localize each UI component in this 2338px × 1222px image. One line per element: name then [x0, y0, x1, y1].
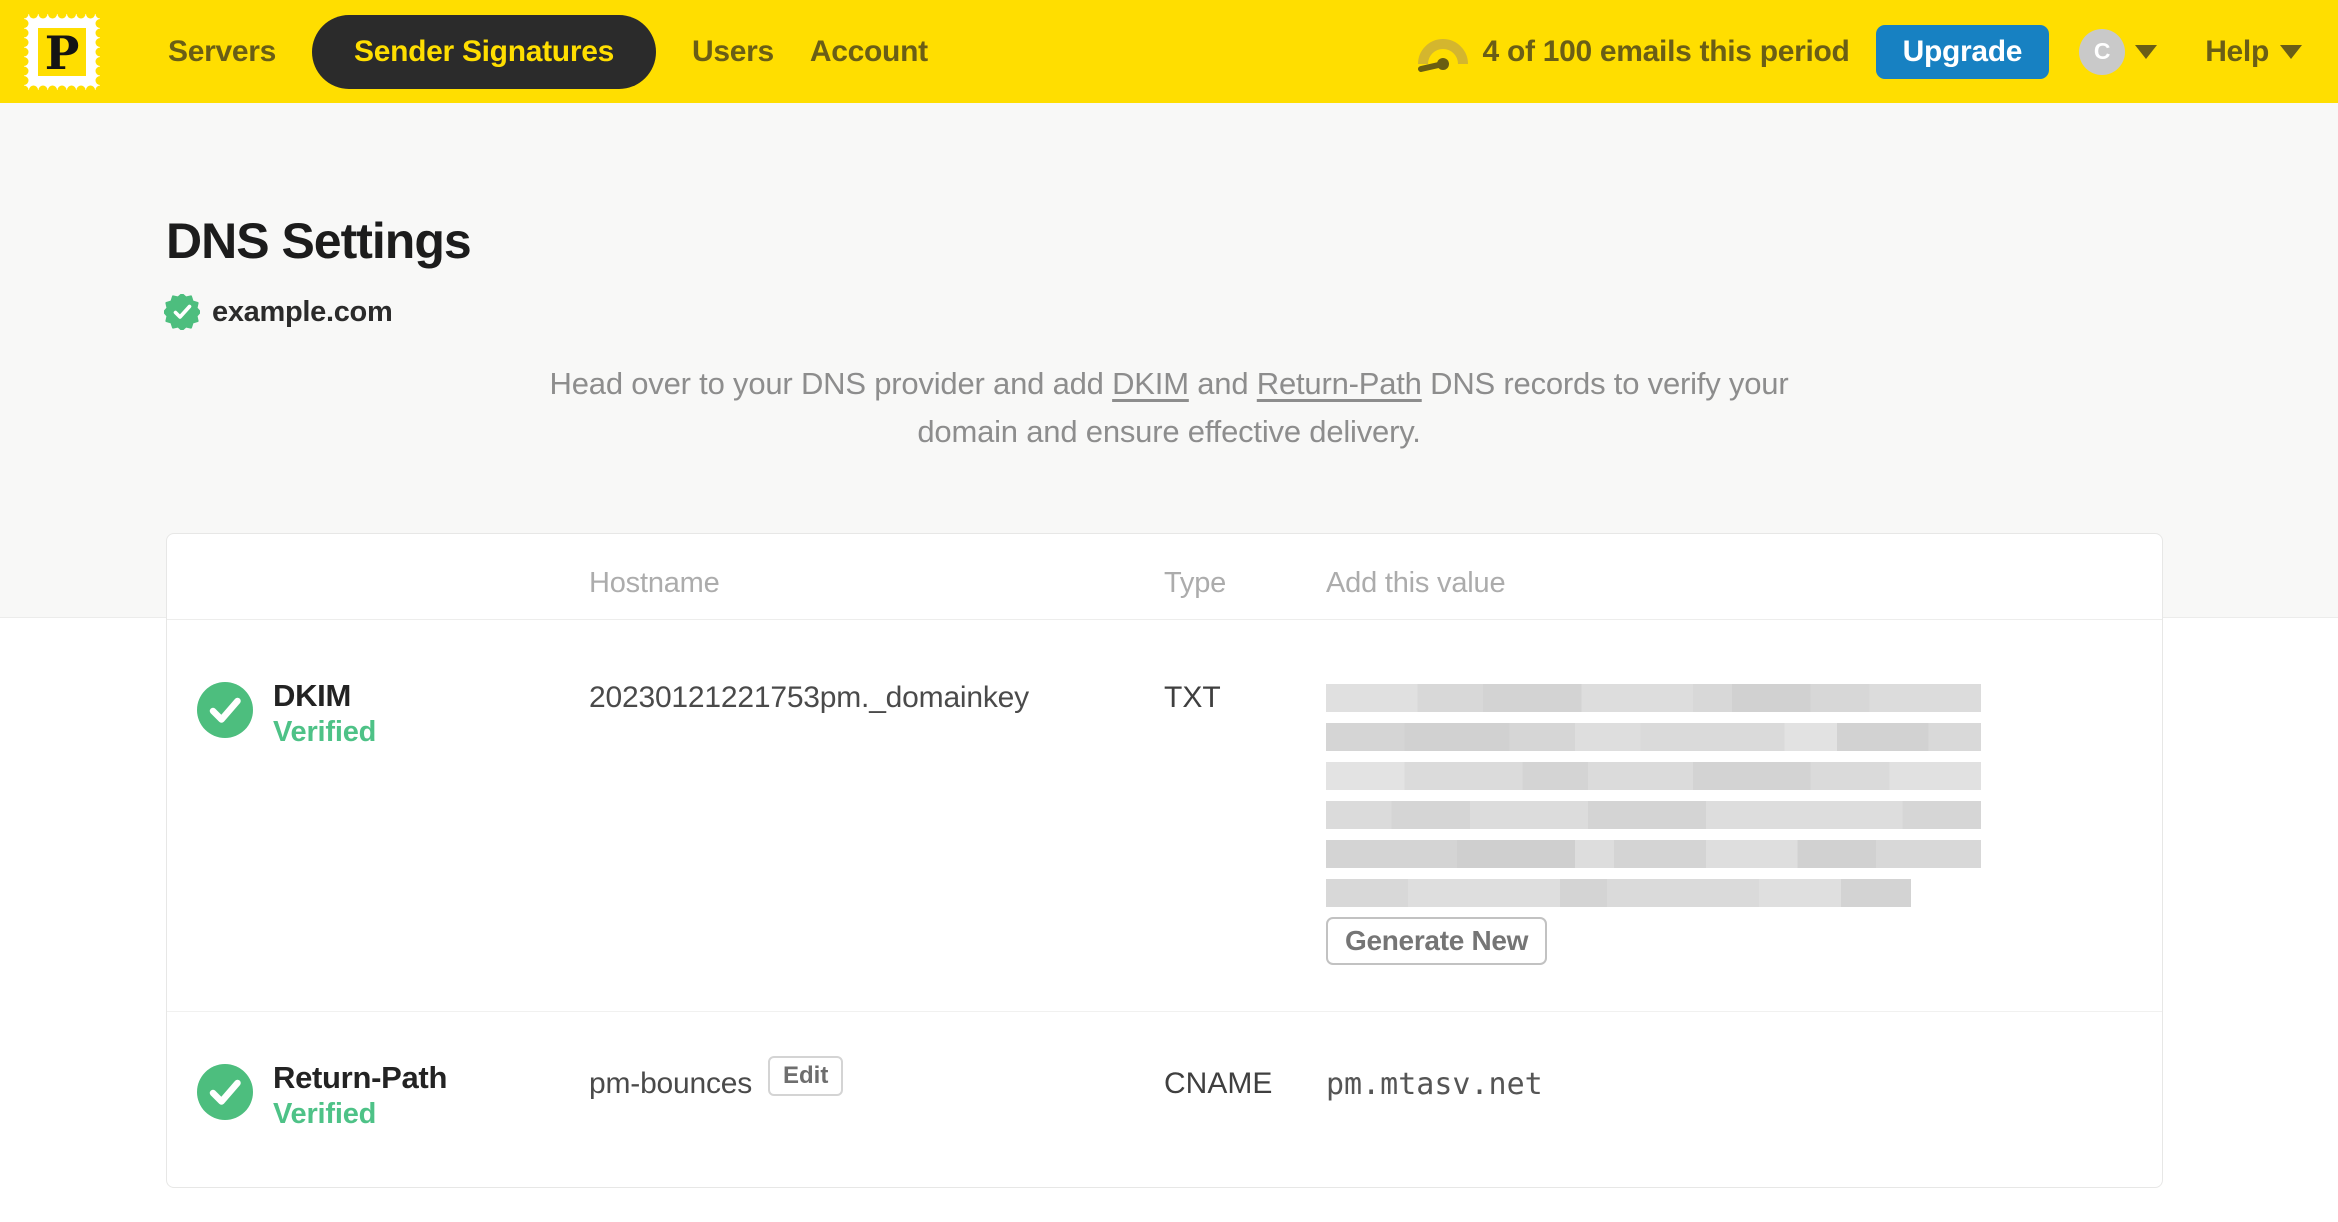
chevron-down-icon [2135, 44, 2158, 59]
check-circle-icon [197, 1064, 253, 1120]
redacted-line [1326, 762, 1981, 790]
avatar: C [2079, 28, 2126, 75]
nav-item-servers[interactable]: Servers [168, 15, 276, 89]
generate-new-button[interactable]: Generate New [1326, 917, 1548, 965]
page-title: DNS Settings [166, 213, 472, 269]
status-badge: Verified [273, 716, 377, 748]
email-usage-indicator: 4 of 100 emails this period [1417, 32, 1850, 72]
redacted-line [1326, 684, 1981, 712]
return-path-hostname: pm-bounces [589, 1067, 753, 1100]
postage-stamp-icon: P [19, 9, 105, 94]
upgrade-button[interactable]: Upgrade [1875, 24, 2050, 79]
postmark-stamp-logo[interactable]: P [19, 9, 105, 94]
dkim-link[interactable]: DKIM [1112, 366, 1189, 401]
header-divider [167, 619, 2162, 620]
redacted-line [1326, 879, 1911, 907]
svg-text:P: P [45, 26, 80, 80]
nav-item-account[interactable]: Account [810, 15, 928, 89]
redacted-line [1326, 801, 1981, 829]
dns-instructions: Head over to your DNS provider and add D… [0, 360, 2338, 456]
return-path-value: pm.mtasv.net [1326, 1067, 1543, 1102]
usage-text: 4 of 100 emails this period [1482, 34, 1850, 68]
column-header-type: Type [1164, 567, 1227, 599]
domain-name: example.com [212, 295, 393, 328]
chevron-down-icon [2280, 44, 2302, 59]
navbar-right-group: 4 of 100 emails this period Upgrade C He… [1417, 24, 2316, 79]
dns-settings-page: P Servers Sender Signatures Users Accoun… [0, 0, 2338, 1222]
status-badge: Verified [273, 1098, 377, 1130]
top-navbar: P Servers Sender Signatures Users Accoun… [0, 0, 2338, 103]
column-header-hostname: Hostname [589, 567, 720, 599]
nav-item-users[interactable]: Users [692, 15, 774, 89]
help-label: Help [2205, 34, 2269, 68]
dkim-value-redacted [1326, 684, 1981, 918]
return-path-record-type: CNAME [1164, 1067, 1273, 1100]
record-name-dkim: DKIM [273, 678, 352, 713]
primary-nav: Servers Sender Signatures Users Account [150, 14, 946, 89]
account-menu[interactable]: C [2079, 28, 2158, 75]
edit-button[interactable]: Edit [768, 1056, 844, 1096]
record-name-return-path: Return-Path [273, 1060, 448, 1095]
dkim-record-type: TXT [1164, 681, 1221, 714]
check-circle-icon [197, 682, 253, 738]
nav-item-sender-signatures[interactable]: Sender Signatures [312, 14, 656, 89]
instructions-text: Head over to your DNS provider and add [549, 366, 1113, 401]
instructions-text: and [1188, 366, 1257, 401]
dkim-hostname: 20230121221753pm._domainkey [589, 681, 1029, 714]
gauge-icon [1417, 38, 1468, 72]
domain-row: example.com [164, 294, 393, 330]
redacted-line [1326, 723, 1981, 751]
return-path-link[interactable]: Return-Path [1257, 366, 1422, 401]
column-header-value: Add this value [1326, 567, 1506, 599]
row-divider [167, 1011, 2162, 1012]
verified-seal-icon [164, 294, 200, 330]
help-menu[interactable]: Help [2205, 35, 2302, 69]
dns-records-table: Hostname Type Add this value DKIM Verifi… [166, 533, 2163, 1188]
redacted-line [1326, 840, 1981, 868]
